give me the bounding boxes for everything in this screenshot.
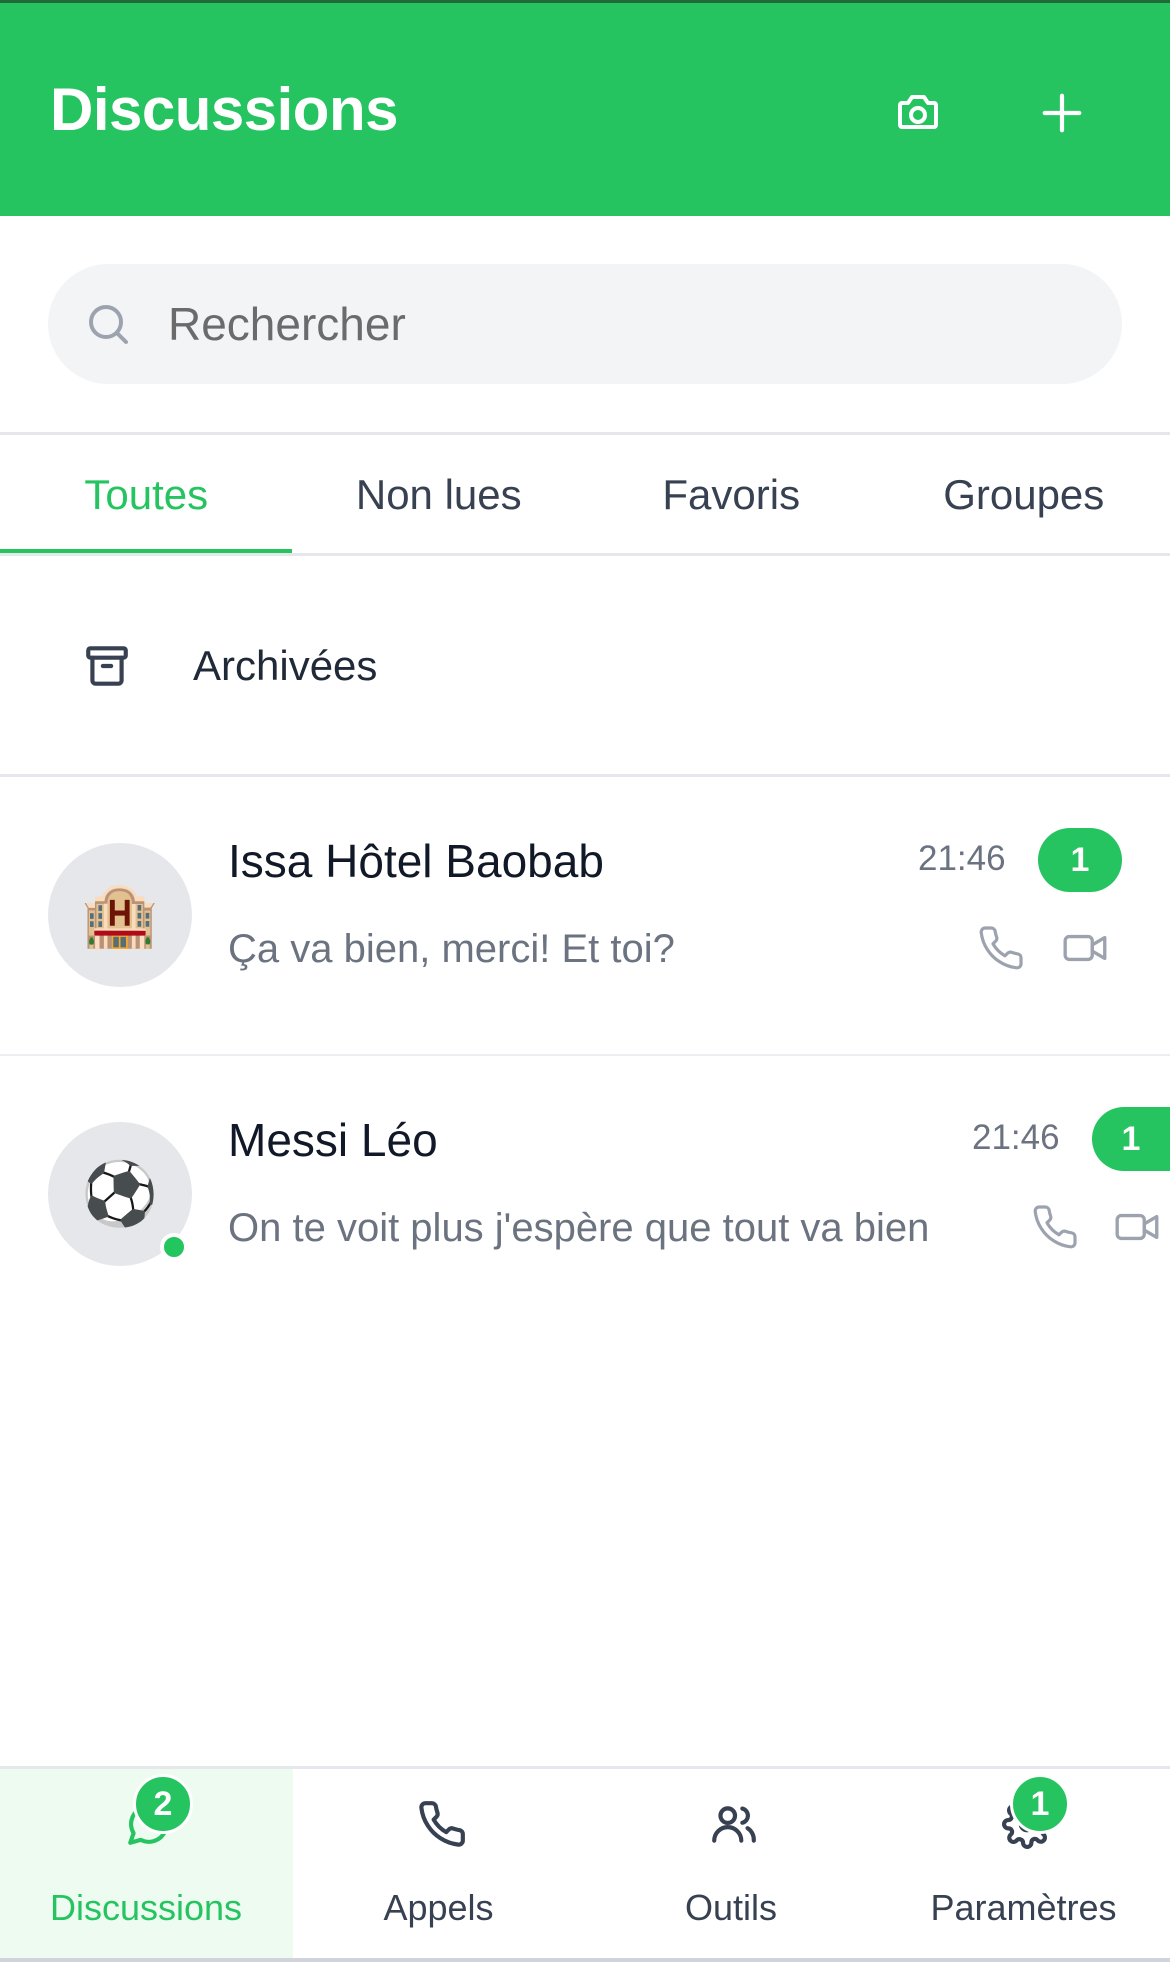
video-call-button[interactable] [1113,1200,1163,1254]
users-icon [712,1806,756,1843]
chat-time: 21:46 [972,1118,1060,1157]
phone-icon [418,1801,465,1847]
video-call-button[interactable] [1059,921,1113,975]
nav-label: Discussions [49,1887,243,1928]
camera-icon [898,95,938,129]
nav-outils[interactable]: Outils [585,1769,878,1958]
search-input[interactable] [168,264,1068,384]
tab-groupes[interactable]: Groupes [878,435,1170,555]
video-icon [1115,1213,1159,1241]
archived-label: Archivées [193,642,378,689]
chat-preview: Ça va bien, merci! Et toi? [228,927,675,971]
call-button[interactable] [974,921,1028,975]
camera-button[interactable] [886,81,950,145]
nav-label: Appels [383,1887,494,1928]
online-indicator [160,1233,188,1261]
nav-appels[interactable]: Appels [293,1769,586,1958]
chat-row[interactable]: ⚽ Messi Léo On te voit plus j'espère que… [0,1056,1170,1334]
unread-badge: 1 [1038,828,1122,892]
archive-icon [86,646,128,686]
nav-label: Outils [684,1887,778,1928]
nav-label: Paramètres [930,1887,1117,1928]
video-icon [1063,934,1107,962]
call-button[interactable] [1028,1200,1082,1254]
page-title: Discussions [50,76,398,143]
chat-name: Messi Léo [228,1114,438,1166]
tab-toutes[interactable]: Toutes [0,435,293,555]
chat-name: Issa Hôtel Baobab [228,835,604,887]
chat-preview: On te voit plus j'espère que tout va bie… [228,1206,930,1250]
app-header: Discussions [0,0,1170,216]
chat-time: 21:46 [918,839,1006,878]
unread-badge: 1 [1092,1107,1170,1171]
avatar: 🏨 [48,843,192,987]
nav-badge: 2 [133,1774,193,1834]
plus-icon [1042,93,1082,133]
search-bar[interactable] [48,264,1122,384]
filter-tabs: Toutes Non lues Favoris Groupes [0,435,1170,555]
phone-icon [979,926,1023,970]
archived-row[interactable]: Archivées [0,556,1170,774]
nav-badge: 1 [1010,1774,1070,1834]
new-chat-button[interactable] [1030,81,1094,145]
tab-favoris[interactable]: Favoris [585,435,878,555]
tab-non-lues[interactable]: Non lues [293,435,586,555]
chat-row[interactable]: 🏨 Issa Hôtel Baobab Ça va bien, merci! E… [0,777,1170,1055]
home-indicator-line [0,1958,1170,1962]
phone-icon [1033,1205,1077,1249]
search-icon [89,305,128,344]
